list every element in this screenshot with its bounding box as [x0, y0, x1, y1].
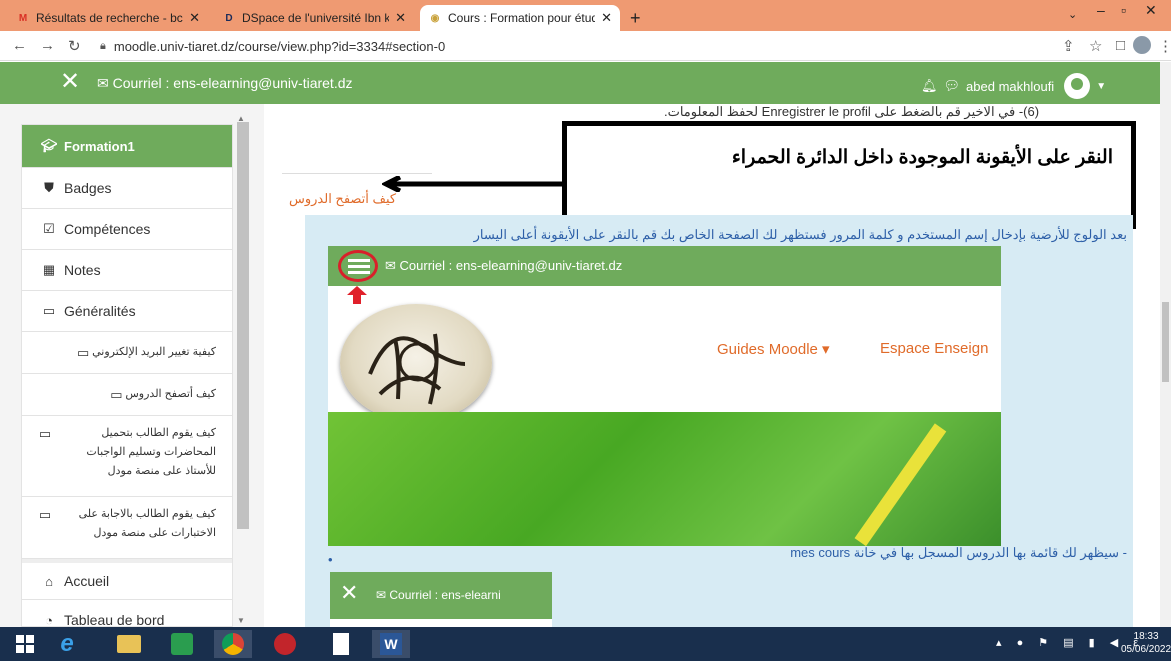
main-content: (6)- في الاخير قم بالضغط على Enregistrer…	[264, 104, 1160, 627]
sidebar-scrollbar[interactable]	[237, 122, 249, 529]
internet-explorer-icon[interactable]: e	[48, 630, 86, 658]
file-explorer-icon[interactable]	[110, 630, 148, 658]
sidebar-item-download-lectures[interactable]: كيف يقوم الطالب بتحميل المحاضرات وتسليم …	[22, 416, 232, 497]
embedded-screenshot: ✉ Courriel : ens-elearning@univ-tiaret.d…	[328, 246, 1001, 546]
profile-avatar[interactable]	[1133, 36, 1151, 54]
dspace-icon: D	[225, 12, 233, 24]
page-scrollbar[interactable]	[1160, 62, 1171, 627]
chrome-icon[interactable]	[214, 630, 252, 658]
sidebar-item-competences[interactable]: ☑ Compétences	[22, 209, 232, 250]
folder-icon: ▭	[42, 303, 56, 318]
close-drawer-icon[interactable]: ✕	[60, 68, 80, 96]
close-window-button[interactable]: ✕	[1145, 2, 1157, 19]
browser-tab-moodle[interactable]: ◉ Cours : Formation pour étudiant ✕	[420, 5, 620, 31]
annotation-box: النقر على الأيقونة الموجودة داخل الدائرة…	[562, 121, 1136, 229]
dashboard-icon: ◔	[45, 612, 53, 627]
scroll-down-icon[interactable]: ▼	[237, 616, 245, 625]
section-title[interactable]: كيف أتصفح الدروس	[289, 191, 396, 207]
maximize-button[interactable]: ▫	[1121, 2, 1126, 18]
file-icon[interactable]	[322, 630, 360, 658]
avatar	[1064, 73, 1091, 99]
scrollbar-thumb[interactable]	[1162, 302, 1169, 382]
embedded-email: ✉ Courriel : ens-elearning@univ-tiaret.d…	[385, 258, 623, 273]
section-content: بعد الولوج للأرضية بإدخال إسم المستخدم و…	[305, 215, 1133, 627]
word-icon[interactable]: W	[372, 630, 410, 658]
media-app-icon[interactable]	[266, 630, 304, 658]
browser-tab-gmail[interactable]: M Résultats de recherche - bc.assist ✕	[8, 5, 208, 31]
minimize-button[interactable]: –	[1097, 2, 1105, 18]
sidebar-item-change-email[interactable]: كيفية تغيير البريد الإلكتروني ▭	[22, 332, 232, 374]
caret-down-icon: ▼	[1096, 80, 1107, 92]
browser-tab-bar: M Résultats de recherche - bc.assist ✕ D…	[0, 0, 1171, 31]
close-tab-icon[interactable]: ✕	[601, 10, 612, 26]
embedded-banner-image	[328, 412, 1001, 546]
reload-icon[interactable]: ↻	[68, 37, 81, 55]
embedded-screenshot-2: ✕ ✉ Courriel : ens-elearni	[330, 572, 552, 627]
tab-search-icon[interactable]: ⌄	[1068, 8, 1077, 21]
new-tab-button[interactable]: +	[622, 5, 652, 31]
checkbox-icon: ☑	[43, 221, 55, 236]
sidebar-item-course[interactable]: 🎓︎ Formation1	[22, 125, 232, 168]
url-field[interactable]: 🔒︎ moodle.univ-tiaret.dz/course/view.php…	[100, 35, 1100, 57]
sidebar-item-accueil[interactable]: ⌂ Accueil	[22, 559, 232, 600]
notification-bell-icon[interactable]: 🔔︎	[921, 78, 938, 94]
store-icon[interactable]	[163, 630, 201, 658]
forward-icon[interactable]: →	[40, 37, 55, 54]
gmail-icon: M	[18, 12, 28, 24]
sidepanel-icon[interactable]: □	[1116, 37, 1125, 54]
home-icon: ⌂	[45, 573, 53, 589]
close-tab-icon[interactable]: ✕	[189, 10, 200, 26]
contact-email[interactable]: ✉ Courriel : ens-elearning@univ-tiaret.d…	[97, 75, 353, 92]
embedded-nav-guides: Guides Moodle ▾	[717, 341, 830, 358]
back-icon[interactable]: ←	[12, 37, 27, 54]
sidebar-item-browse-lessons[interactable]: كيف أتصفح الدروس ▭	[22, 374, 232, 416]
close-icon: ✕	[340, 580, 359, 605]
folder-icon: ▭	[38, 426, 52, 441]
section-divider	[282, 173, 432, 174]
embedded-navbar-2: ✕ ✉ Courriel : ens-elearni	[330, 572, 552, 619]
user-menu[interactable]: 🔔︎ 💬︎ abed makhloufi ▼	[921, 73, 1106, 99]
share-icon[interactable]: ⇪	[1062, 37, 1075, 55]
embedded-navbar: ✉ Courriel : ens-elearning@univ-tiaret.d…	[328, 246, 1001, 286]
annotation-arrow-icon	[382, 176, 564, 192]
embedded-nav-espace: Espace Enseign	[880, 340, 989, 357]
browser-menu-icon[interactable]: ⋮	[1158, 37, 1171, 55]
sidebar-panel: 🎓︎ Formation1 ⛊ Badges ☑ Compétences ▦ N…	[21, 124, 233, 627]
browser-address-bar: ← → ↻ 🔒︎ moodle.univ-tiaret.dz/course/vi…	[0, 31, 1171, 61]
sidebar-item-notes[interactable]: ▦ Notes	[22, 250, 232, 291]
embedded-email-2: ✉ Courriel : ens-elearni	[376, 588, 501, 602]
sidebar-item-answer-tests[interactable]: كيف يقوم الطالب بالاجابة على الاختبارات …	[22, 497, 232, 559]
sidebar-item-badges[interactable]: ⛊ Badges	[22, 168, 232, 209]
system-clock[interactable]: 18:33 05/06/2022	[1121, 630, 1171, 656]
red-circle-highlight	[338, 250, 378, 282]
sidebar-nav-drawer: 🎓︎ Formation1 ⛊ Badges ☑ Compétences ▦ N…	[0, 104, 264, 627]
lock-icon: 🔒︎	[100, 39, 106, 52]
folder-icon: ▭	[38, 507, 52, 522]
red-up-arrow-icon	[347, 286, 367, 304]
folder-icon: ▭	[110, 387, 123, 402]
close-tab-icon[interactable]: ✕	[395, 10, 406, 26]
folder-icon: ▭	[76, 345, 90, 360]
windows-start-icon[interactable]	[6, 630, 44, 658]
university-logo	[340, 304, 492, 422]
table-icon: ▦	[42, 262, 56, 277]
windows-taskbar: e W ▴ ● ⚑ ▤ ▮ ◀ ε 18:33 05/06/2022	[0, 627, 1171, 661]
moodle-icon: ◉	[430, 12, 440, 24]
messages-icon[interactable]: 💬︎	[944, 78, 961, 94]
moodle-navbar: ✕ ✉ Courriel : ens-elearning@univ-tiaret…	[0, 62, 1171, 104]
sidebar-item-generalites[interactable]: ▭ Généralités	[22, 291, 232, 332]
shield-icon: ⛊	[44, 180, 54, 195]
bookmark-star-icon[interactable]: ☆	[1089, 37, 1102, 55]
sidebar-item-dashboard[interactable]: ◔ Tableau de bord	[22, 600, 232, 627]
browser-tab-dspace[interactable]: D DSpace de l'université Ibn khaldou ✕	[214, 5, 414, 31]
graduation-cap-icon: 🎓︎	[40, 138, 58, 153]
